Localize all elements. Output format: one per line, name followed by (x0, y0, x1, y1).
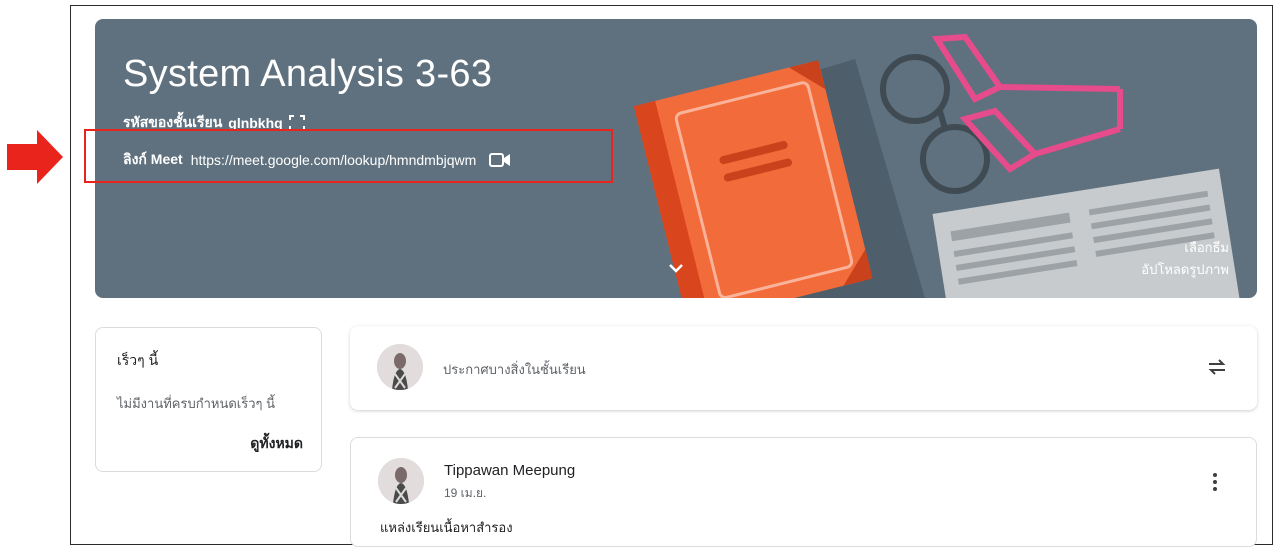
view-all-link[interactable]: ดูทั้งหมด (250, 433, 303, 455)
avatar (377, 344, 423, 390)
post-author: Tippawan Meepung (444, 462, 576, 479)
chevron-down-icon[interactable] (665, 261, 687, 277)
meet-link-highlight-box (84, 129, 613, 183)
post-date: 19 เม.ย. (444, 486, 487, 500)
upcoming-card: เร็วๆ นี้ ไม่มีงานที่ครบกำหนดเร็วๆ นี้ ด… (95, 327, 322, 472)
post-card: Tippawan Meepung 19 เม.ย. แหล่งเรียนเนื้… (350, 437, 1257, 547)
select-theme-link[interactable]: เลือกธีม (1141, 237, 1229, 259)
upload-photo-link[interactable]: อัปโหลดรูปภาพ (1141, 259, 1229, 281)
more-vert-icon[interactable] (1212, 472, 1218, 492)
upcoming-empty-text: ไม่มีงานที่ครบกำหนดเร็วๆ นี้ (117, 396, 275, 411)
post-body: แหล่งเรียนเนื้อหาสำรอง (380, 520, 513, 535)
avatar (378, 458, 424, 504)
announce-placeholder[interactable]: ประกาศบางสิ่งในชั้นเรียน (443, 359, 586, 380)
theme-links: เลือกธีม อัปโหลดรูปภาพ (1141, 237, 1229, 281)
class-title: System Analysis 3-63 (123, 53, 493, 95)
upcoming-heading: เร็วๆ นี้ (117, 352, 159, 368)
red-arrow-icon (7, 130, 63, 184)
repost-icon[interactable] (1205, 355, 1229, 379)
announce-card[interactable]: ประกาศบางสิ่งในชั้นเรียน (350, 326, 1257, 410)
